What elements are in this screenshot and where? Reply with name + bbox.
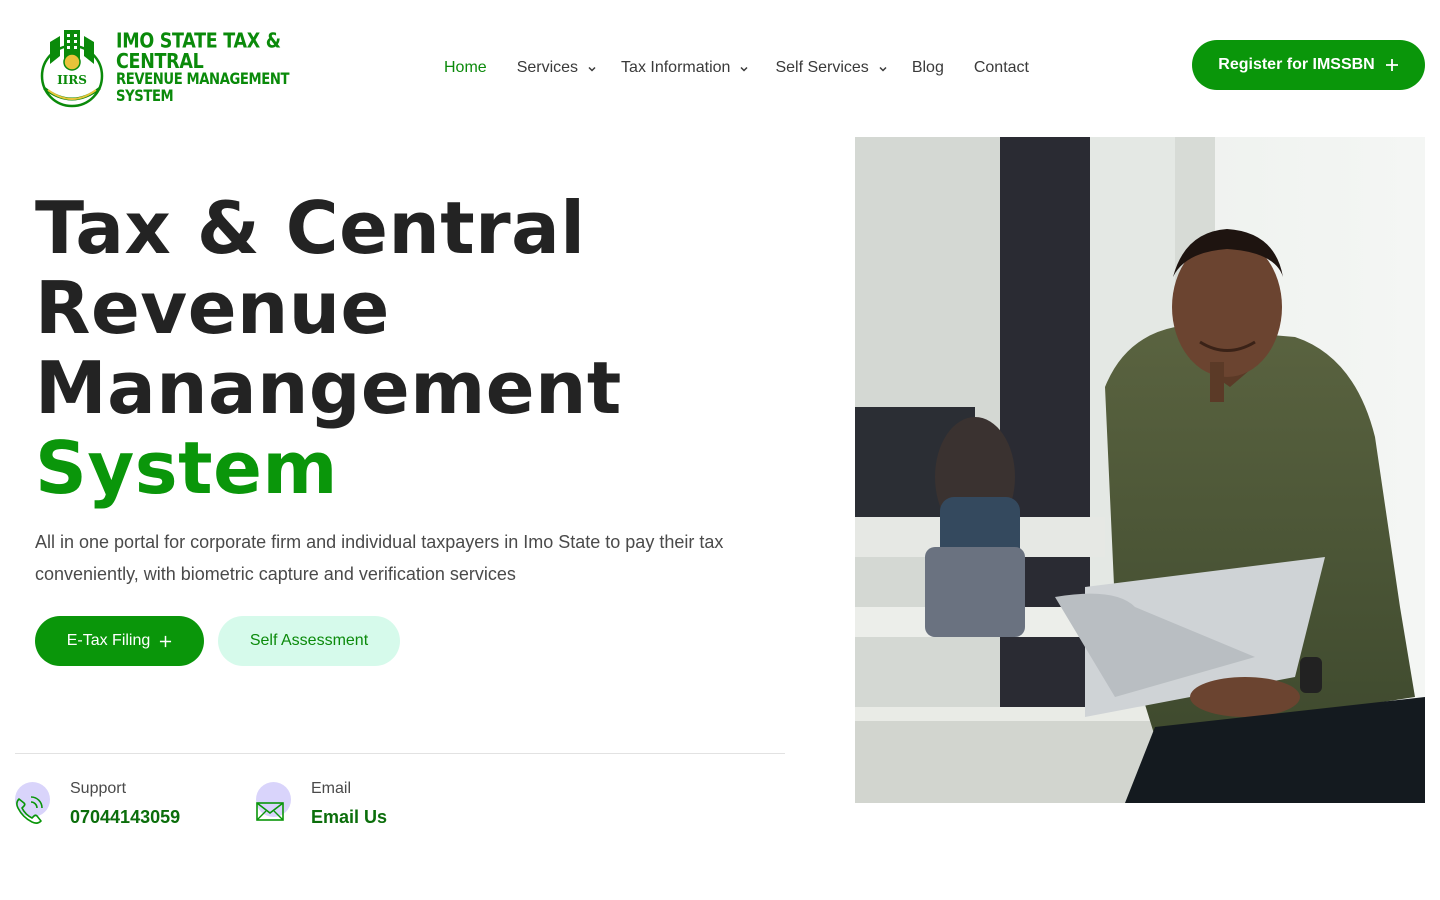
self-assessment-label: Self Assessment (249, 632, 369, 649)
main-nav: Home Services Tax Information Self Servi… (444, 57, 1029, 79)
register-button-label: Register for IMSSBN (1218, 56, 1375, 73)
hero-title-line-1: Tax & Central (35, 186, 586, 270)
self-assessment-button[interactable]: Self Assessment (218, 616, 400, 666)
logo-line-2: REVENUE MANAGEMENT SYSTEM (116, 70, 290, 106)
nav-self-services[interactable]: Self Services (775, 59, 887, 77)
hero-title: Tax & Central Revenue Manangement System (35, 188, 622, 508)
hero-photo (855, 137, 1425, 803)
man-with-laptop-image (855, 137, 1425, 803)
nav-contact[interactable]: Contact (974, 59, 1029, 77)
nav-contact-label: Contact (973, 59, 1029, 76)
nav-blog-label: Blog (911, 59, 944, 76)
envelope-icon (256, 802, 284, 821)
nav-home[interactable]: Home (444, 59, 487, 77)
nav-tax-information-label: Tax Information (621, 59, 731, 76)
support-phone[interactable]: 07044143059 (70, 807, 180, 828)
hero-divider (15, 753, 785, 754)
nav-tax-information[interactable]: Tax Information (621, 59, 749, 77)
nav-services[interactable]: Services (517, 59, 597, 77)
iirs-emblem-icon: IIRS (40, 30, 104, 108)
hero-title-line-3: Manangement (35, 346, 622, 430)
chevron-down-icon (588, 66, 596, 72)
nav-blog[interactable]: Blog (912, 59, 944, 77)
hero-subtitle: All in one portal for corporate firm and… (35, 532, 724, 584)
chevron-down-icon (740, 66, 748, 72)
nav-self-services-label: Self Services (775, 59, 869, 76)
chevron-down-icon (879, 66, 887, 72)
support-label: Support (70, 780, 127, 797)
e-tax-filing-label: E-Tax Filing (66, 632, 151, 649)
email-us-link[interactable]: Email Us (311, 807, 387, 828)
hero-title-line-2: Revenue (35, 266, 390, 350)
svg-text:IIRS: IIRS (57, 73, 87, 87)
nav-home-label: Home (444, 59, 487, 76)
email-label: Email (311, 780, 352, 797)
site-logo[interactable]: IIRS IMO STATE TAX & CENTRAL REVENUE MAN… (34, 26, 309, 110)
e-tax-filing-button[interactable]: E-Tax Filing (35, 616, 204, 666)
nav-services-label: Services (516, 59, 579, 76)
phone-icon (16, 796, 43, 824)
hero-title-accent: System (35, 426, 338, 510)
plus-icon (1385, 59, 1398, 71)
logo-line-1: IMO STATE TAX & CENTRAL (116, 29, 281, 74)
register-imssbn-button[interactable]: Register for IMSSBN (1192, 40, 1425, 90)
plus-icon (160, 635, 172, 647)
